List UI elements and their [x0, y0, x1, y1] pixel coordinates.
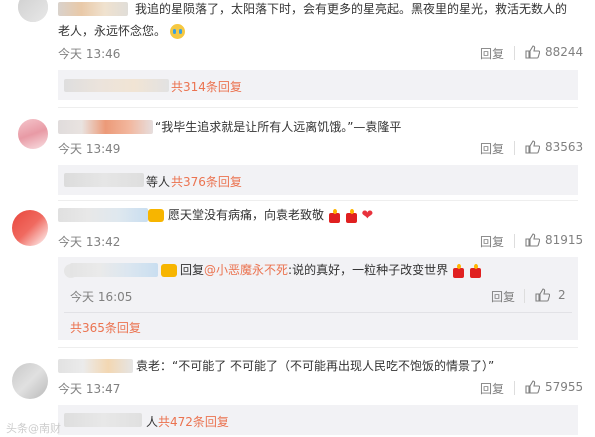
- subreply-box: 回复@小恶魔永不死:说的真好，一粒种子改变世界 今天 16:05 回复 2 共3…: [58, 257, 578, 340]
- comment-text: 我追的星陨落了，太阳落下时，会有更多的星亮起。黑夜里的星光，救活无数人的: [135, 2, 568, 16]
- candle-icon: [469, 263, 482, 278]
- divider: [514, 141, 515, 155]
- comment-divider: [58, 107, 578, 108]
- thumbs-up-icon[interactable]: [525, 380, 540, 394]
- thumbs-up-icon[interactable]: [525, 233, 540, 247]
- candle-icon: [328, 208, 341, 223]
- subreply-prefix: 回复: [180, 263, 205, 277]
- avatar[interactable]: [18, 119, 48, 149]
- reply-button[interactable]: 回复: [480, 233, 504, 250]
- subreply-prefix: 人: [146, 415, 159, 429]
- like-count: 88244: [545, 45, 584, 59]
- candle-icon: [452, 263, 465, 278]
- candle-icon: [345, 208, 358, 223]
- comment-item: 袁老：“不可能了 不可能了（不可能再出现人民吃不饱饭的情景了）” 今天 13:4…: [0, 345, 595, 437]
- view-replies-link[interactable]: 共376条回复: [171, 173, 242, 190]
- like-count: 83563: [545, 140, 584, 154]
- subreply-reply-button[interactable]: 回复: [491, 288, 515, 305]
- fan-badge-icon: [148, 209, 164, 222]
- like-count: 57955: [545, 380, 584, 394]
- divider: [524, 289, 525, 303]
- view-replies-link[interactable]: 共472条回复: [158, 413, 229, 430]
- comment-text: 袁老：“不可能了 不可能了（不可能再出现人民吃不饱饭的情景了）”: [136, 359, 495, 373]
- divider: [514, 46, 515, 60]
- reply-button[interactable]: 回复: [480, 140, 504, 157]
- comment-item: 愿天堂没有病痛，向袁老致敬 ❤ 今天 13:42 回复 81915 回复@小恶魔…: [0, 200, 595, 345]
- thumbs-up-icon[interactable]: [535, 288, 550, 302]
- reply-button[interactable]: 回复: [480, 380, 504, 397]
- subreply-text: 回复@小恶魔永不死:说的真好，一粒种子改变世界: [180, 259, 482, 281]
- crying-emoji-icon: [169, 24, 185, 39]
- subreply-avatars-blurred: [64, 413, 142, 427]
- comment-text-continuation: 老人，永远怀念您。: [58, 24, 167, 38]
- comment-text: “我毕生追求就是让所有人远离饥饿。”—袁隆平: [155, 120, 402, 134]
- fan-badge-icon: [161, 264, 177, 277]
- username-blurred[interactable]: [58, 2, 128, 16]
- divider: [514, 234, 515, 248]
- subreply-box: 共314条回复: [58, 70, 578, 100]
- username-blurred[interactable]: [58, 120, 153, 134]
- subreply-avatars-blurred: [64, 79, 169, 92]
- heart-icon: ❤: [361, 207, 374, 224]
- avatar[interactable]: [12, 363, 48, 399]
- avatar[interactable]: [12, 210, 48, 246]
- comment-text: 愿天堂没有病痛，向袁老致敬 ❤: [168, 204, 373, 227]
- subreply-avatars-blurred: [64, 173, 144, 187]
- watermark: 头条@南财: [6, 422, 61, 435]
- username-blurred[interactable]: [58, 359, 133, 373]
- reply-button[interactable]: 回复: [480, 45, 504, 62]
- subreply-username-blurred[interactable]: [70, 263, 158, 277]
- subreply-divider: [64, 312, 572, 313]
- subreply-like-count: 2: [558, 288, 566, 302]
- username-blurred[interactable]: [58, 208, 148, 222]
- subreply-box: 人 共472条回复: [58, 405, 578, 435]
- thumbs-up-icon[interactable]: [525, 45, 540, 59]
- comment-time: 今天 13:42: [58, 235, 121, 249]
- comment-divider: [58, 200, 578, 201]
- view-replies-link[interactable]: 共365条回复: [70, 319, 141, 336]
- thumbs-up-icon[interactable]: [525, 140, 540, 154]
- comment-time: 今天 13:47: [58, 382, 121, 396]
- comment-divider: [58, 347, 578, 348]
- comment-time: 今天 13:49: [58, 142, 121, 156]
- comment-item: “我毕生追求就是让所有人远离饥饿。”—袁隆平 今天 13:49 回复 83563…: [0, 105, 595, 200]
- subreply-prefix: 等人: [146, 175, 171, 189]
- avatar[interactable]: [18, 0, 48, 22]
- subreply-time: 今天 16:05: [70, 290, 133, 304]
- comment-text-body: 愿天堂没有病痛，向袁老致敬: [168, 208, 325, 222]
- subreply-box: 等人 共376条回复: [58, 165, 578, 195]
- divider: [514, 381, 515, 395]
- comment-item: 我追的星陨落了，太阳落下时，会有更多的星亮起。黑夜里的星光，救活无数人的 老人，…: [0, 0, 595, 105]
- comment-text-line2: 老人，永远怀念您。: [58, 20, 185, 42]
- view-replies-link[interactable]: 共314条回复: [171, 78, 242, 95]
- like-count: 81915: [545, 233, 584, 247]
- mention-link[interactable]: @小恶魔永不死: [204, 263, 288, 277]
- comment-time: 今天 13:46: [58, 47, 121, 61]
- subreply-body: :说的真好，一粒种子改变世界: [288, 263, 449, 277]
